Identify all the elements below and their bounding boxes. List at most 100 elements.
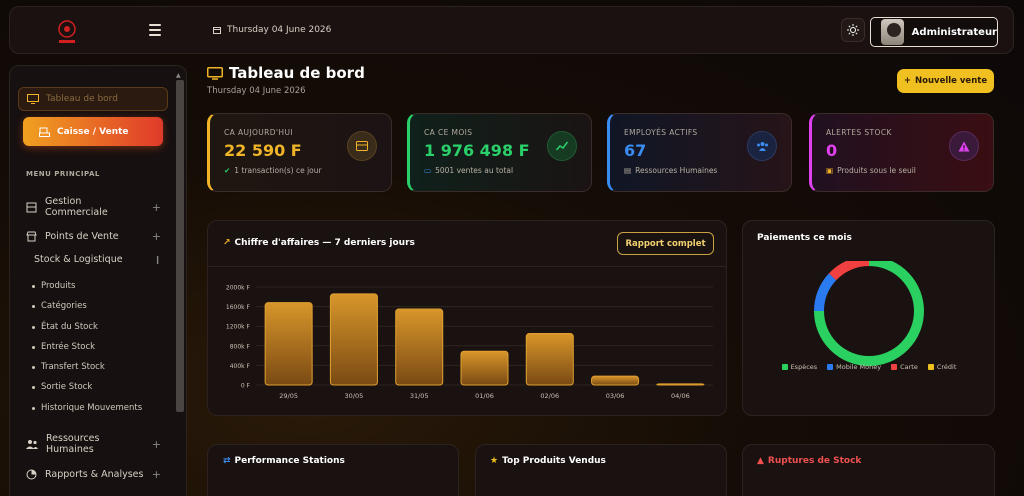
kpi-card-alertes: ALERTES STOCK 0 ▣ Produits sous le seuil [809,113,994,192]
revenue-panel-title: ↗ Chiffre d'affaires — 7 derniers jours [223,238,415,248]
sun-icon [847,24,859,36]
sidebar-scrollbar[interactable]: ▲ [174,72,184,412]
theme-toggle-button[interactable] [841,18,865,42]
payments-donut-chart [814,261,924,366]
kpi-card-employes: EMPLOYÉS ACTIFS 67 ▤ Ressources Humaines [607,113,792,192]
people-icon [26,440,38,449]
y-tick-label: 1600k F [226,304,251,311]
box-icon: ▣ [826,166,834,175]
sidebar-item-dashboard[interactable]: Tableau de bord [18,87,168,111]
x-tick-label: 03/06 [606,392,625,400]
panel-title-text: Performance Stations [234,456,345,466]
sidebar-item-points-de-vente[interactable]: Points de Vente + [26,230,161,243]
panel-title-text: Chiffre d'affaires — 7 derniers jours [234,238,415,248]
x-tick-label: 31/05 [410,392,429,400]
plus-icon: + [151,437,161,451]
legend-label: Espèces [790,363,818,371]
calendar-icon [213,27,221,34]
sidebar-item-caisse[interactable]: Caisse / Vente [23,117,163,146]
subitem-label: État du Stock [41,322,98,332]
legend-label: Carte [900,363,918,371]
performance-stations-panel: ⇄ Performance Stations [207,444,459,496]
sidebar-item-label: Tableau de bord [46,94,118,104]
sidebar-item-gestion[interactable]: Gestion Commerciale + [26,196,161,218]
user-menu-button[interactable]: Administrateur [870,17,998,47]
legend-swatch [781,364,788,370]
plus-icon: + [151,200,161,214]
kpi-subtext-label: 1 transaction(s) ce jour [234,166,322,175]
revenue-chart-panel: ↗ Chiffre d'affaires — 7 derniers jours … [207,220,727,416]
legend-item: Crédit [927,363,956,371]
kpi-subtext: ✔ 1 transaction(s) ce jour [224,166,377,175]
sidebar-subitem-sortie-stock[interactable]: Sortie Stock [32,382,92,392]
new-sale-label: Nouvelle vente [915,76,988,86]
revenue-chart: 0 F 400k F 800k F 1200k F 1600k F 2000k F 29/0… [208,266,727,416]
sidebar-subitem-historique[interactable]: Historique Mouvements [32,403,142,413]
x-tick-label: 02/06 [540,392,559,400]
plus-icon: + [903,76,912,86]
bar [329,293,378,386]
y-tick-label: 400k F [230,363,251,370]
kpi-subtext: ▤ Ressources Humaines [624,166,777,175]
trend-icon [547,131,577,161]
kpi-subtext-label: 5001 ventes au total [435,166,514,175]
kpi-subtext: ▣ Produits sous le seuil [826,166,979,175]
plus-icon: + [151,468,161,481]
sidebar-subitem-entree-stock[interactable]: Entrée Stock [32,342,95,352]
sidebar-subitem-transfert-stock[interactable]: Transfert Stock [32,362,105,372]
legend-swatch [827,364,834,370]
performance-panel-title: ⇄ Performance Stations [223,456,345,466]
plus-icon: + [151,230,161,243]
register-icon [26,202,37,212]
x-tick-label: 29/05 [279,392,298,400]
bar [395,308,444,386]
chart-icon [26,469,37,480]
x-tick-label: 04/06 [671,392,690,400]
legend-item: Espèces [781,363,818,371]
sidebar-item-label: Rapports & Analyses [45,469,144,480]
y-tick-label: 800k F [230,343,251,350]
trend-icon: ↗ [223,238,231,248]
sidebar-item-rh[interactable]: Ressources Humaines + [26,433,161,455]
sidebar-item-label: Ressources Humaines [46,433,100,455]
kpi-card-ca-mois: CA CE MOIS 1 976 498 F ▭ 5001 ventes au t… [407,113,592,192]
kpi-subtext-label: Produits sous le seuil [837,166,916,175]
avatar [881,19,904,45]
subitem-label: Entrée Stock [41,342,96,352]
folder-icon: ▭ [424,166,432,175]
check-icon: ✔ [224,166,231,175]
full-report-button[interactable]: Rapport complet [617,232,714,255]
donut-slice [814,273,837,312]
legend-label: Mobile Money [836,363,882,371]
sidebar-subitem-etat-stock[interactable]: État du Stock [32,322,98,332]
star-icon: ★ [490,456,499,466]
page-title: Tableau de bord [207,64,365,82]
page-title-text: Tableau de bord [229,64,365,82]
subitem-label: Catégories [41,301,87,311]
bar [591,375,640,386]
sidebar-item-rapports[interactable]: Rapports & Analyses + [26,468,161,481]
kpi-subtext-label: Ressources Humaines [635,166,718,175]
top-bar: Thursday 04 June 2026 Administrateur [9,6,1014,54]
y-tick-label: 0 F [241,383,251,390]
top-products-panel-title: ★ Top Produits Vendus [490,456,606,466]
page-date: Thursday 04 June 2026 [207,86,306,96]
new-sale-button[interactable]: + Nouvelle vente [897,69,994,93]
store-icon [26,231,37,242]
sidebar-subitem-produits[interactable]: Produits [32,281,75,291]
y-tick-label: 2000k F [226,285,251,292]
panel-title-text: Ruptures de Stock [767,456,862,466]
collapse-icon: ❙ [154,255,161,264]
x-tick-label: 01/06 [475,392,494,400]
sidebar-item-stock[interactable]: Stock & Logistique ❙ [34,254,161,265]
sidebar-item-label: Points de Vente [45,231,119,242]
panel-title-text: Top Produits Vendus [502,456,606,466]
stockouts-panel: ▲ Ruptures de Stock [742,444,995,496]
header-date: Thursday 04 June 2026 [213,25,331,35]
company-logo[interactable] [48,17,86,47]
donut-slice [828,261,870,281]
sidebar-subitem-categories[interactable]: Catégories [32,301,87,311]
bar [264,302,313,386]
menu-toggle-icon[interactable] [149,24,161,36]
subitem-label: Historique Mouvements [41,403,143,413]
